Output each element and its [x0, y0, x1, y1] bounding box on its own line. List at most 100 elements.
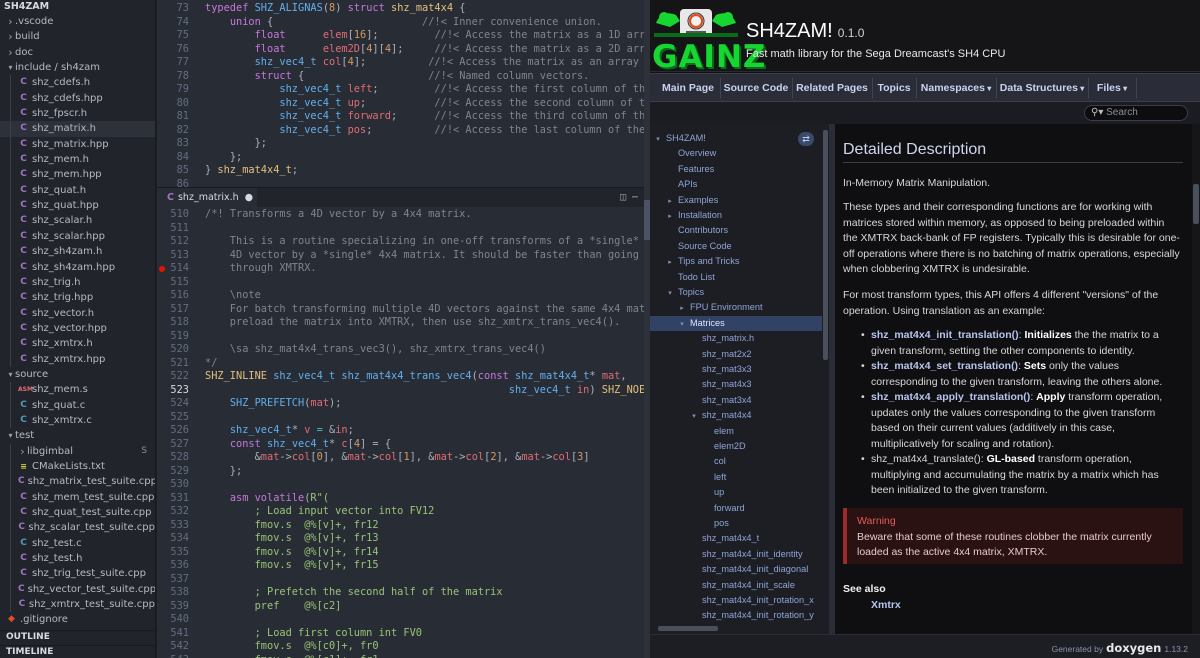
nav-tree-item[interactable]: ▾ Topics [650, 285, 822, 300]
chevron-right-icon[interactable]: ▸ [678, 301, 686, 316]
editor-pane-bottom[interactable]: 510 /*! Transforms a 4D vector by a 4x4 m… [157, 207, 650, 658]
nav-tree-item[interactable]: shz_mat3x3 [650, 362, 822, 377]
nav-main-page[interactable]: Main Page [656, 74, 720, 102]
explorer-item[interactable]: › libgimbal S [0, 443, 155, 459]
nav-source-code[interactable]: Source Code [720, 74, 792, 102]
chevron-right-icon[interactable]: ▸ [666, 255, 674, 270]
explorer-item[interactable]: › build [0, 29, 155, 44]
content-scrollbar[interactable] [1192, 124, 1200, 634]
explorer-item[interactable]: Cshz_vector.h [0, 305, 155, 321]
search-box[interactable]: ⚲▾ Search [1084, 105, 1188, 121]
nav-topics[interactable]: Topics [872, 74, 916, 102]
nav-tree-item[interactable]: ▾ SH4ZAM! [650, 131, 822, 146]
explorer-item[interactable]: ▾ test [0, 428, 155, 443]
nav-tree-item[interactable]: shz_mat4x4_init_scale [650, 578, 822, 593]
nav-data-structures[interactable]: Data Structures ▾ [996, 74, 1088, 102]
see-also-link[interactable]: Xmtrx [871, 598, 901, 614]
tab-shz-matrix-h[interactable]: Cshz_matrix.h ● [157, 188, 257, 208]
explorer-item[interactable]: ▾ include / sh4zam [0, 60, 155, 75]
nav-tree-item[interactable]: up [650, 485, 822, 500]
nav-tree-item[interactable]: shz_mat4x3 [650, 377, 822, 392]
explorer-item[interactable]: Cshz_scalar.h [0, 213, 155, 229]
chevron-down-icon[interactable]: ▾ [690, 409, 698, 424]
nav-tree-item[interactable]: shz_mat4x4_init_rotation_y [650, 608, 822, 623]
explorer-item[interactable]: Cshz_xmtrx.hpp [0, 351, 155, 367]
nav-tree-scrollbar[interactable] [822, 124, 829, 634]
nav-files[interactable]: Files ▾ [1088, 74, 1136, 102]
nav-tree-item[interactable]: ▸ Examples [650, 193, 822, 208]
nav-tree-item[interactable]: elem [650, 424, 822, 439]
nav-tree-item[interactable]: shz_mat4x4_init_rotation_x [650, 593, 822, 608]
explorer-item[interactable]: ≡ CMakeLists.txt [0, 458, 155, 475]
doxygen-logo[interactable]: doxygen [1106, 641, 1161, 655]
explorer-item[interactable]: Cshz_cdefs.h [0, 75, 155, 91]
explorer-item[interactable]: Cshz_quat.hpp [0, 198, 155, 214]
explorer-item[interactable]: Cshz_xmtrx_test_suite.cpp [0, 597, 155, 613]
explorer-item[interactable]: Cshz_quat.c [0, 397, 155, 413]
explorer-item[interactable]: Cshz_cdefs.hpp [0, 90, 155, 107]
chevron-down-icon[interactable]: ▾ [666, 286, 674, 301]
explorer-item[interactable]: Cshz_trig.hpp [0, 290, 155, 306]
chevron-right-icon[interactable]: ▸ [666, 209, 674, 224]
explorer-item[interactable]: Cshz_matrix.hpp [0, 136, 155, 153]
explorer-item[interactable]: Cshz_test.c [0, 535, 155, 552]
nav-tree-item[interactable]: shz_matrix.h [650, 331, 822, 346]
nav-tree-item[interactable]: elem2D [650, 439, 822, 454]
nav-tree-item[interactable]: shz_mat3x4 [650, 393, 822, 408]
nav-tree-item[interactable]: Source Code [650, 239, 822, 254]
nav-tree-item[interactable]: shz_mat4x4_init_diagonal [650, 562, 822, 577]
explorer-item[interactable]: Cshz_matrix.h [0, 121, 155, 137]
nav-tree-item[interactable]: ▸ FPU Environment [650, 300, 822, 315]
nav-tree-item[interactable]: Overview [650, 146, 822, 161]
explorer-item[interactable]: Cshz_xmtrx.h [0, 336, 155, 352]
function-link[interactable]: shz_mat4x4_set_translation() [871, 360, 1018, 372]
function-link[interactable]: shz_mat4x4_init_translation() [871, 329, 1019, 341]
nav-namespaces[interactable]: Namespaces ▾ [916, 74, 996, 102]
nav-tree-item[interactable]: col [650, 454, 822, 469]
function-link[interactable]: shz_mat4x4_apply_translation() [871, 391, 1030, 403]
explorer-item[interactable]: Cshz_mem.hpp [0, 167, 155, 183]
explorer-item[interactable]: › doc [0, 45, 155, 60]
chevron-right-icon[interactable]: ▸ [666, 194, 674, 209]
explorer-item[interactable]: Cshz_trig_test_suite.cpp [0, 566, 155, 582]
nav-tree-item[interactable]: shz_mat4x4_init_identity [650, 547, 822, 562]
nav-tree-item[interactable]: Contributors [650, 223, 822, 238]
nav-tree-item[interactable]: shz_mat2x2 [650, 347, 822, 362]
explorer-item[interactable]: ▾ source [0, 367, 155, 382]
explorer-item[interactable]: Cshz_mem.h [0, 152, 155, 168]
explorer-item[interactable]: Cshz_quat_test_suite.cpp [0, 505, 155, 521]
explorer-item[interactable]: Cshz_trig.h [0, 274, 155, 291]
explorer-item[interactable]: Cshz_sh4zam.hpp [0, 259, 155, 275]
nav-tree-item[interactable]: ▾ shz_mat4x4 [650, 408, 822, 423]
editor-pane-top[interactable]: 73 typedef SHZ_ALIGNAS(8) struct shz_mat4… [157, 0, 650, 187]
explorer-item[interactable]: Cshz_fpscr.h [0, 106, 155, 122]
outline-section[interactable]: OUTLINE [0, 630, 155, 643]
explorer-item[interactable]: Cshz_vector_test_suite.cpp [0, 581, 155, 598]
more-actions-icon[interactable]: ⋯ [632, 192, 644, 203]
nav-tree-item[interactable]: forward [650, 501, 822, 516]
split-editor-icon[interactable]: ◫ [620, 192, 632, 203]
explorer-item[interactable]: Cshz_mem_test_suite.cpp [0, 489, 155, 505]
explorer-item[interactable]: ◆ .gitignore [0, 612, 155, 627]
nav-tree-hscrollbar[interactable] [650, 624, 829, 634]
explorer-item[interactable]: Cshz_xmtrx.c [0, 412, 155, 429]
explorer-item[interactable]: ASM shz_mem.s [0, 382, 155, 398]
explorer-item[interactable]: Cshz_quat.h [0, 182, 155, 199]
timeline-section[interactable]: TIMELINE [0, 645, 155, 658]
explorer-item[interactable]: Cshz_scalar.hpp [0, 228, 155, 245]
explorer-item[interactable]: Cshz_matrix_test_suite.cpp [0, 474, 155, 490]
explorer-item[interactable]: Cshz_sh4zam.h [0, 244, 155, 260]
nav-tree-item[interactable]: ▸ Installation [650, 208, 822, 223]
nav-tree-item[interactable]: Todo List [650, 270, 822, 285]
chevron-down-icon[interactable]: ▾ [678, 317, 686, 332]
nav-tree-item[interactable]: ▸ Tips and Tricks [650, 254, 822, 269]
nav-tree-item[interactable]: APIs [650, 177, 822, 192]
nav-related-pages[interactable]: Related Pages [792, 74, 872, 102]
chevron-down-icon[interactable]: ▾ [654, 132, 662, 147]
explorer-item[interactable]: › .vscode [0, 14, 155, 29]
explorer-item[interactable]: Cshz_vector.hpp [0, 320, 155, 337]
nav-tree-item[interactable]: left [650, 470, 822, 485]
explorer-root-label[interactable]: SH4ZAM [0, 0, 155, 14]
nav-tree-item[interactable]: shz_mat4x4_t [650, 531, 822, 546]
explorer-item[interactable]: Cshz_scalar_test_suite.cpp [0, 520, 155, 536]
